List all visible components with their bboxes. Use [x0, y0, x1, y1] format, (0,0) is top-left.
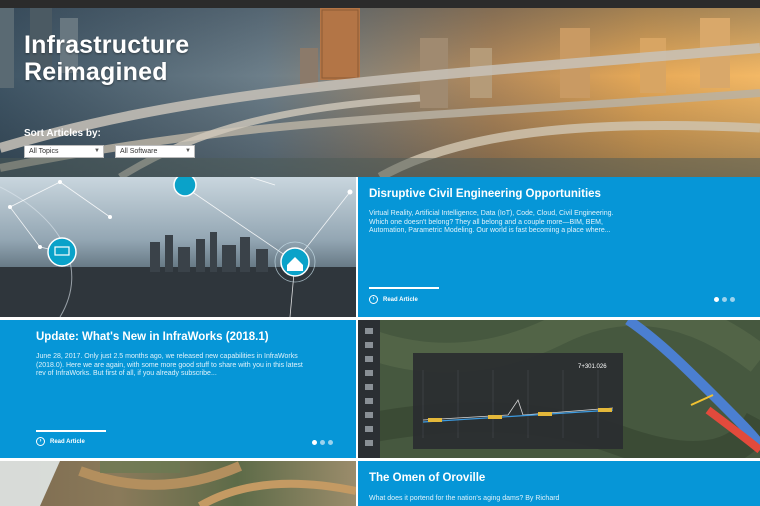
article-title[interactable]: Update: What's New in InfraWorks (2018.1…	[36, 330, 346, 344]
chevron-down-icon: ▼	[185, 148, 191, 154]
article-excerpt: Virtual Reality, Artificial Intelligence…	[369, 210, 614, 235]
read-article-link[interactable]: › Read Article	[36, 437, 85, 446]
page-title-line-1: Infrastructure	[24, 31, 190, 59]
read-divider	[369, 287, 439, 289]
article-title[interactable]: Disruptive Civil Engineering Opportuniti…	[369, 187, 749, 201]
hero-banner: Infrastructure Reimagined Sort Articles …	[0, 8, 760, 177]
software-select-value: All Software	[120, 148, 158, 155]
top-navigation-bar	[0, 0, 760, 8]
arrow-right-circle-icon: ›	[369, 295, 378, 304]
article-card-infraworks[interactable]: Update: What's New in InfraWorks (2018.1…	[0, 320, 356, 458]
carousel-dot[interactable]	[320, 440, 325, 445]
carousel-dot[interactable]	[328, 440, 333, 445]
vehicle-icon	[173, 177, 197, 197]
article-excerpt: What does it portend for the nation's ag…	[369, 495, 560, 502]
carousel-dots	[714, 297, 735, 302]
article-image-infraworks-screenshot[interactable]: 7+301.026	[358, 320, 760, 458]
article-image-smart-city[interactable]	[0, 177, 356, 317]
carousel-dot[interactable]	[722, 297, 727, 302]
page-title: Infrastructure Reimagined	[24, 32, 189, 86]
article-image-oroville-dam[interactable]	[0, 461, 356, 506]
article-card-oroville[interactable]: The Omen of Oroville What does it porten…	[358, 461, 760, 506]
article-card-disruptive[interactable]: Disruptive Civil Engineering Opportuniti…	[358, 177, 760, 317]
topics-select-value: All Topics	[29, 148, 59, 155]
carousel-dot[interactable]	[730, 297, 735, 302]
carousel-dot[interactable]	[714, 297, 719, 302]
arrow-right-circle-icon: ›	[36, 437, 45, 446]
sort-articles-label: Sort Articles by:	[24, 128, 101, 139]
laptop-icon	[47, 237, 77, 267]
article-title[interactable]: The Omen of Oroville	[369, 471, 749, 485]
carousel-dot[interactable]	[312, 440, 317, 445]
software-select[interactable]: All Software ▼	[115, 145, 195, 158]
read-article-link[interactable]: › Read Article	[369, 295, 418, 304]
chevron-down-icon: ▼	[94, 148, 100, 154]
read-divider	[36, 430, 106, 432]
station-readout: 7+301.026	[578, 364, 607, 370]
carousel-dots	[312, 440, 333, 445]
topics-select[interactable]: All Topics ▼	[24, 145, 104, 158]
article-excerpt: June 28, 2017. Only just 2.5 months ago,…	[36, 353, 303, 378]
page-title-line-2: Reimagined	[24, 58, 168, 86]
read-article-label: Read Article	[383, 296, 418, 303]
read-article-label: Read Article	[50, 438, 85, 445]
